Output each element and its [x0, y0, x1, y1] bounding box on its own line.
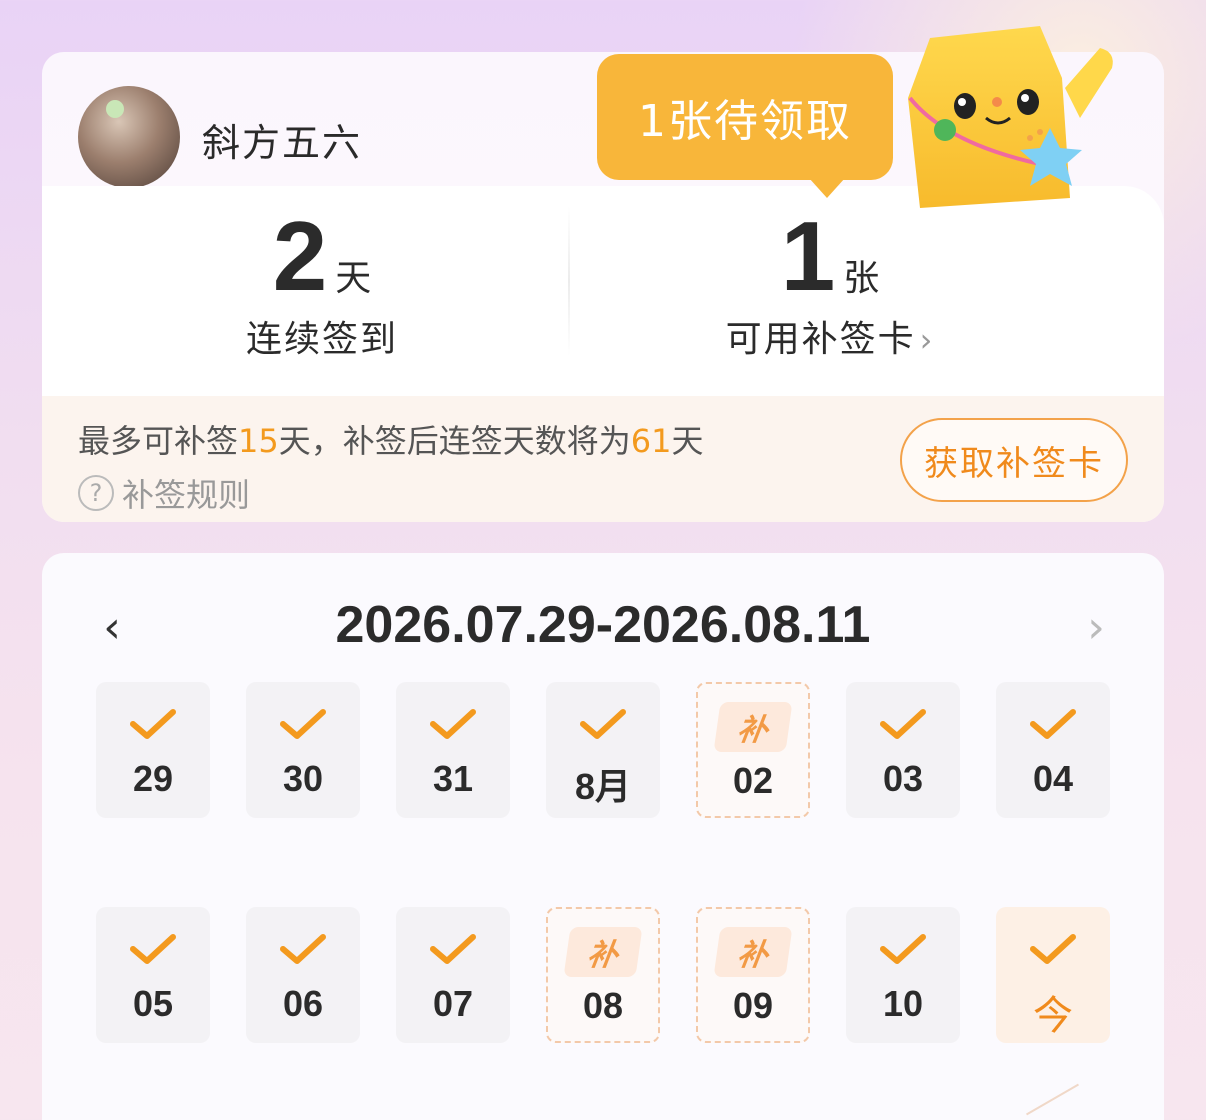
check-icon [96, 925, 210, 975]
calendar-day[interactable]: 29 [96, 682, 210, 818]
streak-stat: 2天 连续签到 [62, 186, 582, 396]
cards-unit: 张 [843, 258, 880, 299]
calendar-day[interactable]: 补 08 [546, 907, 660, 1043]
cards-value: 1 [780, 201, 836, 311]
calendar-day[interactable]: 06 [246, 907, 360, 1043]
calendar-day-label: 02 [732, 760, 774, 801]
calendar-day-label: 10 [882, 983, 924, 1024]
makeup-info-bar: 最多可补签15天，补签后连签天数将为61天 ? 补签规则 获取补签卡 [42, 396, 1164, 522]
calendar-day-label: 今 [1033, 994, 1073, 1038]
check-icon [96, 700, 210, 750]
calendar-day-label: 31 [432, 758, 474, 799]
max-makeup-days: 15 [238, 422, 279, 460]
help-icon: ? [78, 475, 114, 511]
check-icon [396, 700, 510, 750]
calendar-day-label: 09 [732, 985, 774, 1026]
makeup-tag-label: 补 [713, 927, 793, 977]
calendar-day-label: 04 [1032, 758, 1074, 799]
pending-cards-tooltip[interactable]: 1张待领取 [597, 54, 893, 198]
calendar-day-label: 06 [282, 983, 324, 1024]
check-icon [846, 700, 960, 750]
next-week-button[interactable]: › [1076, 602, 1116, 653]
cards-label: 可用补签卡 [725, 319, 916, 360]
signin-calendar-card: ‹ 2026.07.29-2026.08.11 › 29 30 31 8月补 02 03 0… [42, 553, 1164, 1120]
check-icon [246, 925, 360, 975]
calendar-day-label: 08 [582, 985, 624, 1026]
calendar-day-label: 29 [132, 758, 174, 799]
calendar-day[interactable]: 04 [996, 682, 1110, 818]
mascot-illustration[interactable] [890, 18, 1130, 238]
get-makeup-card-button[interactable]: 获取补签卡 [900, 418, 1128, 502]
streak-unit: 天 [335, 258, 372, 299]
check-icon [996, 925, 1110, 975]
username: 斜方五六 [202, 121, 363, 165]
check-icon [546, 700, 660, 750]
calendar-day[interactable]: 补 09 [696, 907, 810, 1043]
calendar-day[interactable]: 10 [846, 907, 960, 1043]
makeup-tag-label: 补 [563, 927, 643, 977]
calendar-day[interactable]: 03 [846, 682, 960, 818]
calendar-day-today[interactable]: 今 [996, 907, 1110, 1043]
calendar-day[interactable]: 补 02 [696, 682, 810, 818]
check-icon [396, 925, 510, 975]
chevron-right-icon: › [919, 321, 935, 359]
calendar-day-label: 8月 [574, 766, 632, 807]
makeup-tag: 补 [548, 927, 658, 977]
result-streak-days: 61 [630, 422, 672, 460]
makeup-summary: 最多可补签15天，补签后连签天数将为61天 [78, 422, 704, 460]
calendar-day[interactable]: 05 [96, 907, 210, 1043]
makeup-rules-link[interactable]: ? 补签规则 [78, 470, 250, 516]
cards-label-row[interactable]: 可用补签卡 › [570, 310, 1090, 362]
calendar-day[interactable]: 30 [246, 682, 360, 818]
check-icon [846, 925, 960, 975]
makeup-tag: 补 [698, 702, 808, 752]
avatar[interactable] [78, 86, 180, 188]
rules-label: 补签规则 [122, 476, 251, 514]
calendar-day[interactable]: 31 [396, 682, 510, 818]
makeup-tag-label: 补 [713, 702, 793, 752]
makeup-tag: 补 [698, 927, 808, 977]
calendar-day[interactable]: 8月 [546, 682, 660, 818]
streak-label: 连续签到 [245, 319, 398, 360]
calendar-day-label: 05 [132, 983, 174, 1024]
calendar-date-range: 2026.07.29-2026.08.11 [335, 596, 871, 654]
check-icon [246, 700, 360, 750]
streak-value: 2 [272, 201, 328, 311]
calendar-day-label: 07 [432, 983, 474, 1024]
calendar-day[interactable]: 07 [396, 907, 510, 1043]
check-icon [996, 700, 1110, 750]
calendar-day-label: 03 [882, 758, 924, 799]
calendar-day-label: 30 [282, 758, 324, 799]
